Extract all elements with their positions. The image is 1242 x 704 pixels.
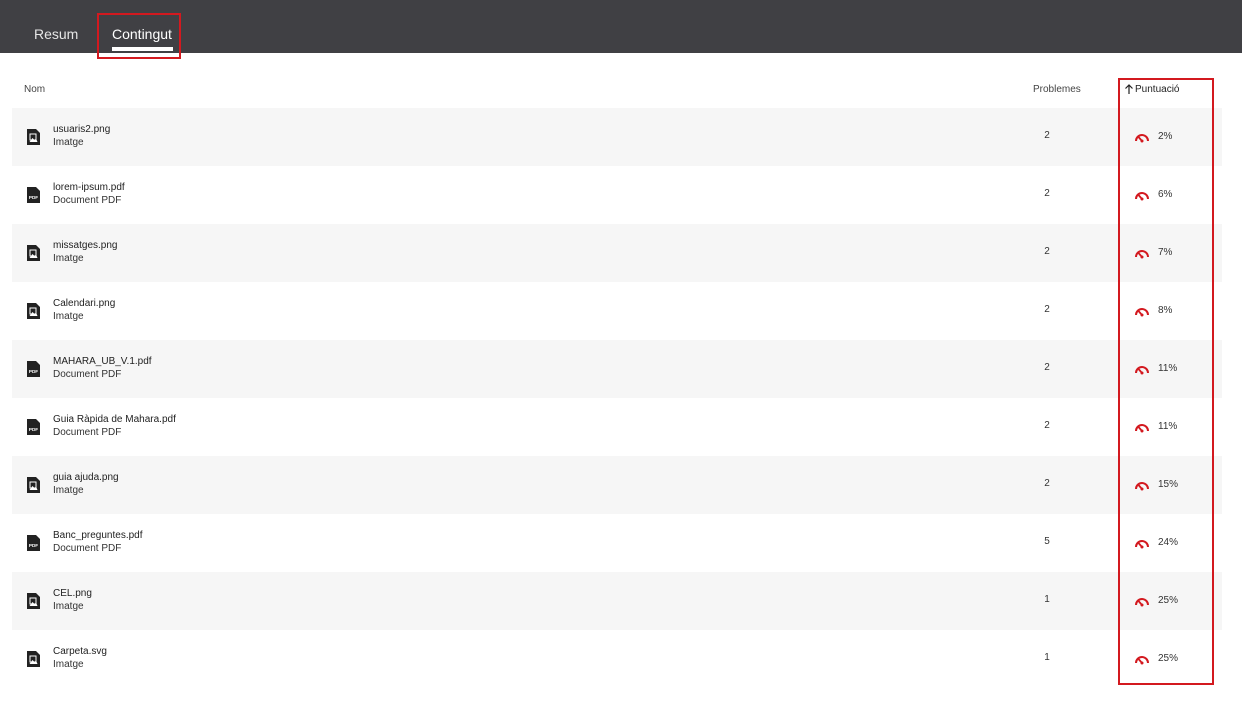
file-name-link[interactable]: Guia Ràpida de Mahara.pdf [53, 414, 176, 425]
problems-count: 2 [1044, 130, 1050, 141]
table-row: CEL.png Imatge 1 25% [12, 572, 1222, 630]
file-type-label: Imatge [53, 311, 84, 322]
svg-text:PDF: PDF [29, 195, 38, 200]
pdf-file-icon: PDF [27, 187, 40, 203]
problems-count: 1 [1044, 594, 1050, 605]
file-name-link[interactable]: guia ajuda.png [53, 472, 119, 483]
problems-count: 2 [1044, 246, 1050, 257]
problems-count: 2 [1044, 478, 1050, 489]
file-name-link[interactable]: Calendari.png [53, 298, 115, 309]
file-type-label: Document PDF [53, 543, 122, 554]
column-header-problemes[interactable]: Problemes [1033, 84, 1081, 95]
svg-text:PDF: PDF [29, 543, 38, 548]
file-type-label: Imatge [53, 137, 84, 148]
pdf-file-icon: PDF [27, 535, 40, 551]
problems-count: 2 [1044, 188, 1050, 199]
svg-text:PDF: PDF [29, 369, 38, 374]
file-type-label: Imatge [53, 485, 84, 496]
image-file-icon [27, 651, 40, 667]
file-name-link[interactable]: Carpeta.svg [53, 646, 107, 657]
image-file-icon [27, 245, 40, 261]
image-file-icon [27, 477, 40, 493]
table-row: Calendari.png Imatge 2 8% [12, 282, 1222, 340]
problems-count: 2 [1044, 362, 1050, 373]
problems-count: 2 [1044, 304, 1050, 315]
file-type-label: Document PDF [53, 427, 122, 438]
table-row: Carpeta.svg Imatge 1 25% [12, 630, 1222, 688]
column-header-nom[interactable]: Nom [24, 84, 45, 95]
problems-count: 5 [1044, 536, 1050, 547]
problems-count: 2 [1044, 420, 1050, 431]
image-file-icon [27, 593, 40, 609]
file-type-label: Imatge [53, 253, 84, 264]
highlight-box-score-column [1118, 78, 1214, 685]
highlight-box-tab [97, 13, 181, 59]
file-type-label: Document PDF [53, 369, 122, 380]
pdf-file-icon: PDF [27, 361, 40, 377]
image-file-icon [27, 129, 40, 145]
image-file-icon [27, 303, 40, 319]
table-row: usuaris2.png Imatge 2 2% [12, 108, 1222, 166]
file-name-link[interactable]: MAHARA_UB_V.1.pdf [53, 356, 152, 367]
content-table: usuaris2.png Imatge 2 2% PDF lorem-ipsum.pdf D… [12, 108, 1222, 688]
table-row: guia ajuda.png Imatge 2 15% [12, 456, 1222, 514]
top-navigation-bar: Resum Contingut [0, 0, 1242, 53]
svg-text:PDF: PDF [29, 427, 38, 432]
pdf-file-icon: PDF [27, 419, 40, 435]
file-name-link[interactable]: Banc_preguntes.pdf [53, 530, 143, 541]
file-name-link[interactable]: missatges.png [53, 240, 117, 251]
file-name-link[interactable]: usuaris2.png [53, 124, 110, 135]
table-row: PDF Banc_preguntes.pdf Document PDF 5 24% [12, 514, 1222, 572]
file-type-label: Imatge [53, 601, 84, 612]
file-name-link[interactable]: CEL.png [53, 588, 92, 599]
file-type-label: Imatge [53, 659, 84, 670]
tab-resum[interactable]: Resum [34, 0, 86, 53]
table-row: PDF Guia Ràpida de Mahara.pdf Document PDF… [12, 398, 1222, 456]
table-row: PDF lorem-ipsum.pdf Document PDF 2 6% [12, 166, 1222, 224]
file-type-label: Document PDF [53, 195, 122, 206]
problems-count: 1 [1044, 652, 1050, 663]
table-row: PDF MAHARA_UB_V.1.pdf Document PDF 2 11% [12, 340, 1222, 398]
table-row: missatges.png Imatge 2 7% [12, 224, 1222, 282]
file-name-link[interactable]: lorem-ipsum.pdf [53, 182, 125, 193]
